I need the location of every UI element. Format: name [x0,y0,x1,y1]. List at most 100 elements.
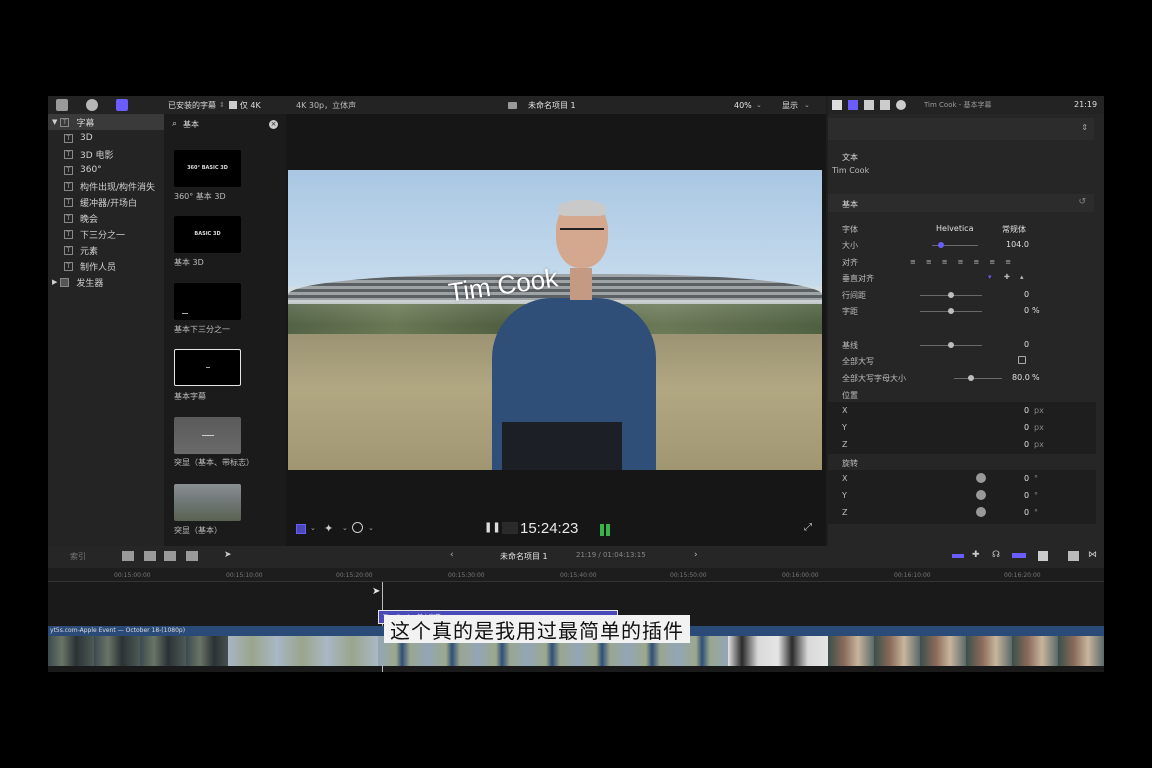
sidebar-item-category[interactable]: T 下三分之一 [48,226,164,242]
timeline-project-title[interactable]: 未命名项目 1 [500,551,548,562]
installed-titles-dropdown[interactable]: 已安装的字幕 [168,100,216,111]
baseline-slider[interactable] [920,342,982,348]
search-input[interactable]: 基本 [183,119,199,130]
connect-clip-icon[interactable] [122,551,134,561]
clear-search-icon[interactable]: × [269,119,278,129]
sidebar-item-category[interactable]: T 制作人员 [48,258,164,274]
font-family-dropdown[interactable]: Helvetica [936,224,973,233]
forward-chevron-icon[interactable]: › [694,550,698,560]
sidebar-item-category[interactable]: T 缓冲器/开场白 [48,194,164,210]
tracking-slider[interactable] [920,308,982,314]
tracking-unit: % [1032,306,1040,315]
size-slider[interactable] [932,242,978,248]
overwrite-clip-icon[interactable] [186,551,198,561]
reset-icon[interactable]: ↺ [1078,197,1086,207]
sidebar-item-category[interactable]: T 3D 电影 [48,146,164,162]
thumb-label: 突显（基本、带标志） [174,458,254,467]
filmstrip-segment[interactable] [728,636,828,666]
effects-browser-icon[interactable] [1068,551,1079,561]
transitions-browser-icon[interactable]: ⋈ [1088,550,1097,560]
transform-tool-icon[interactable] [296,524,306,534]
display-dropdown[interactable]: 显示 [782,100,798,111]
final-cut-pro-window: 已安装的字幕 ⇕ 仅 4K 4K 30p，立体声 未命名项目 1 40% ⌄ 显… [48,96,1104,672]
insert-clip-icon[interactable] [144,551,156,561]
speed-gauge-icon[interactable] [352,522,363,533]
rot-x-value[interactable]: 0 [1024,474,1029,483]
filmstrip-segment[interactable] [48,636,228,666]
titles-generators-icon[interactable] [116,99,128,111]
back-chevron-icon[interactable]: ‹ [450,550,454,560]
slider-knob[interactable] [948,308,954,314]
filmstrip-segment[interactable] [828,636,1104,666]
rotation-dial-icon[interactable] [976,473,986,483]
all-caps-checkbox[interactable] [1018,356,1026,364]
slider-knob[interactable] [948,342,954,348]
rot-y-value[interactable]: 0 [1024,491,1029,500]
solo-icon[interactable] [1012,553,1026,558]
slider-knob[interactable] [938,242,944,248]
valign-middle-icon[interactable]: ✚ [1004,273,1010,281]
video-frame[interactable]: Tim Cook [288,170,822,470]
enhance-wand-icon[interactable]: ✦ [324,522,333,535]
thumb-highlight-logo[interactable] [174,417,241,454]
pos-x-value[interactable]: 0 [1024,406,1029,415]
line-spacing-slider[interactable] [920,292,982,298]
valign-bottom-icon[interactable]: ▴ [1020,273,1024,281]
sidebar-item-category[interactable]: T 晚会 [48,210,164,226]
viewer-timecode[interactable]: 15:24:23 [520,520,578,537]
headphones-icon[interactable]: ☊ [992,550,1000,560]
sidebar-item-category[interactable]: T 360° [48,162,164,178]
all-caps-size-slider[interactable] [954,375,1002,381]
sidebar-item-titles[interactable]: ▼ T 字幕 [48,114,164,130]
fullscreen-icon[interactable]: ⤢ [804,522,812,533]
size-value[interactable]: 104.0 [1006,240,1029,249]
valign-top-icon[interactable]: ▾ [988,273,992,281]
sidebar-item-category[interactable]: T 3D [48,130,164,146]
title-inspector-icon[interactable] [832,100,842,110]
font-style-dropdown[interactable]: 常规体 [1002,224,1026,235]
baseline-value[interactable]: 0 [1024,340,1029,349]
timeline-ruler[interactable]: 00:15:00:00 00:15:10:00 00:15:20:00 00:1… [48,568,1104,582]
rotation-dial-icon[interactable] [976,490,986,500]
filter-icon[interactable] [880,100,890,110]
preset-dropdown[interactable]: ⇕ [828,118,1094,140]
pos-z-value[interactable]: 0 [1024,440,1029,449]
filmstrip-segment[interactable] [228,636,378,666]
media-library-icon[interactable] [56,99,68,111]
alignment-buttons[interactable]: ≡≡≡≡≡≡≡ [910,258,1021,266]
thumb-basic-lower-third[interactable] [174,283,241,320]
clip-appearance-icon[interactable] [1038,551,1048,561]
only4k-checkbox[interactable] [228,101,237,109]
zoom-dropdown[interactable]: 40% [734,101,752,110]
all-caps-size-value[interactable]: 80.0 [1012,373,1030,382]
tracking-value[interactable]: 0 [1024,306,1029,315]
info-icon[interactable] [896,100,906,110]
thumb-basic-title-selected[interactable] [174,349,241,386]
pause-icon[interactable]: ❚❚ [484,522,501,533]
line-spacing-value[interactable]: 0 [1024,290,1029,299]
thumb-360-basic-3d[interactable]: 360° BASIC 3D [174,150,241,187]
basic-section-header[interactable]: 基本 ↺ [828,194,1094,212]
skimming-icon[interactable] [952,554,964,558]
sidebar-item-generators[interactable]: ▶ 发生器 [48,274,164,290]
title-categories: T 3D T 3D 电影 T 360° T 构件出现/构件消失 T 缓冲器/开场白 T 晚会 T 下三分之… [48,130,164,274]
index-button[interactable]: 索引 [70,551,86,562]
photos-audio-icon[interactable] [86,99,98,111]
sidebar-item-category[interactable]: T 元素 [48,242,164,258]
all-caps-size-unit: % [1032,373,1040,382]
text-value[interactable]: Tim Cook [832,166,869,175]
rotation-dial-icon[interactable] [976,507,986,517]
thumb-highlight-basic[interactable] [174,484,241,521]
append-clip-icon[interactable] [164,551,176,561]
slider-knob[interactable] [968,375,974,381]
video-inspector-icon[interactable] [848,100,858,110]
snapping-icon[interactable]: ✚ [972,550,980,560]
search-field[interactable]: ⌕ 基本 × [168,117,284,131]
pos-y-value[interactable]: 0 [1024,423,1029,432]
select-tool-icon[interactable]: ➤ [224,550,232,560]
slider-knob[interactable] [948,292,954,298]
thumb-basic-3d[interactable]: BASIC 3D [174,216,241,253]
rot-z-value[interactable]: 0 [1024,508,1029,517]
sidebar-item-category[interactable]: T 构件出现/构件消失 [48,178,164,194]
film-icon[interactable] [864,100,874,110]
